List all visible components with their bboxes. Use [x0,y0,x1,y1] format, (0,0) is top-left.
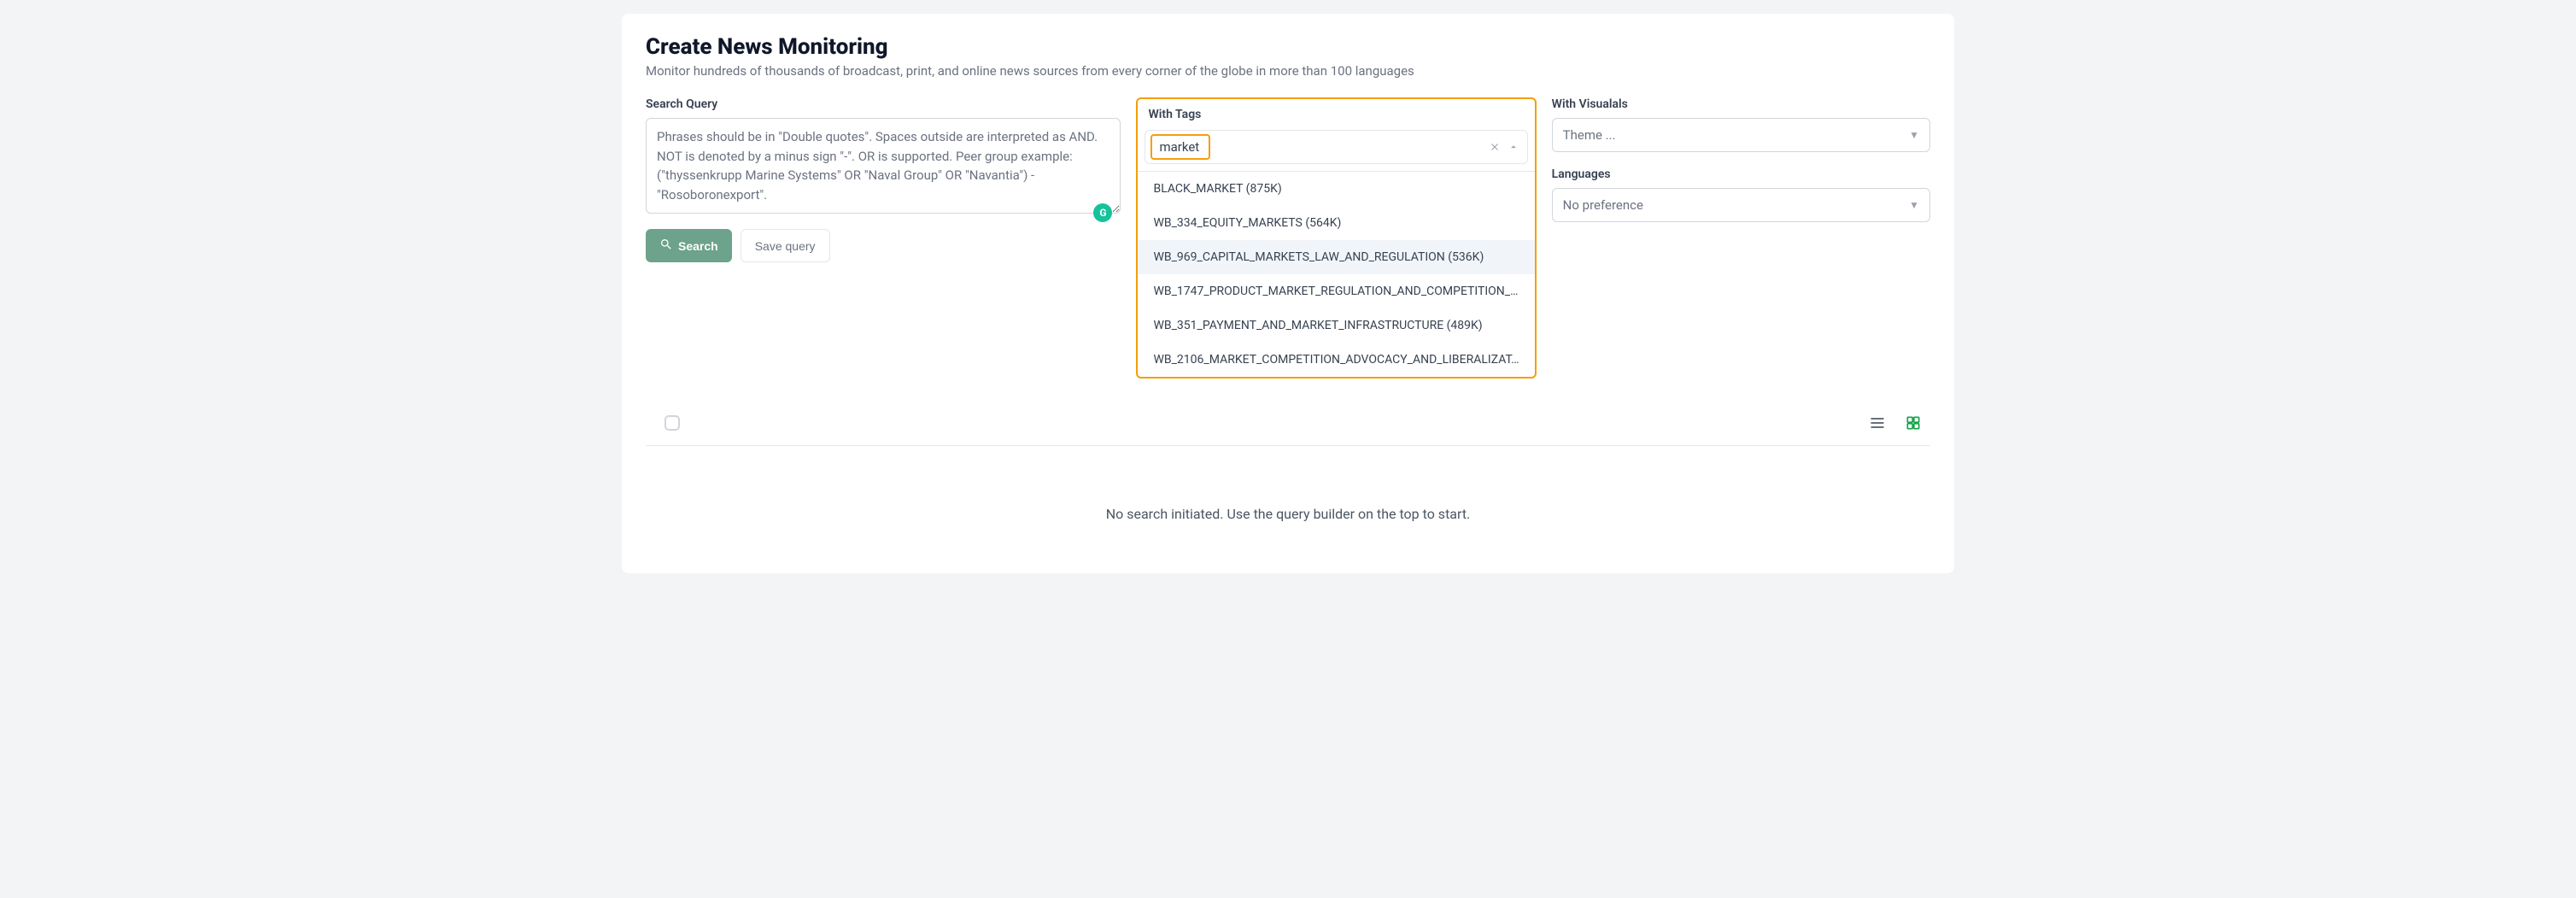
tags-option[interactable]: WB_1747_PRODUCT_MARKET_REGULATION_AND_CO… [1138,274,1534,308]
view-toggle [1869,414,1927,431]
visuals-label: With Visualals [1552,97,1930,111]
right-column: With Visualals Theme ... ▼ Languages No … [1552,97,1930,222]
save-query-label: Save query [755,239,816,253]
languages-label: Languages [1552,167,1930,181]
tags-option[interactable]: WB_351_PAYMENT_AND_MARKET_INFRASTRUCTURE… [1138,308,1534,343]
query-builder-row: Search Query G Search Save query [646,97,1930,379]
news-monitoring-card: Create News Monitoring Monitor hundreds … [622,14,1954,573]
visuals-placeholder: Theme ... [1563,127,1616,143]
tags-control[interactable]: market [1145,130,1527,164]
search-button-label: Search [678,239,718,253]
page-title: Create News Monitoring [646,34,1930,60]
tags-label: With Tags [1138,99,1534,121]
chevron-down-icon: ▼ [1909,129,1919,141]
search-query-column: Search Query G Search Save query [646,97,1121,262]
tags-option[interactable]: WB_2106_MARKET_COMPETITION_ADVOCACY_AND_… [1138,343,1534,377]
tags-option[interactable]: WB_334_EQUITY_MARKETS (564K) [1138,206,1534,240]
page-subtitle: Monitor hundreds of thousands of broadca… [646,63,1930,79]
grammarly-icon: G [1093,203,1112,222]
list-view-icon[interactable] [1869,414,1886,431]
tags-option[interactable]: WB_969_CAPITAL_MARKETS_LAW_AND_REGULATIO… [1138,240,1534,274]
search-query-label: Search Query [646,97,1121,111]
tags-column: With Tags market BLACK_MARKET (875K)WB_3… [1136,97,1536,379]
languages-select[interactable]: No preference ▼ [1552,188,1930,222]
chevron-down-icon: ▼ [1909,199,1919,211]
tags-dropdown: BLACK_MARKET (875K)WB_334_EQUITY_MARKETS… [1138,171,1534,377]
tags-input[interactable]: market [1150,134,1210,160]
visuals-select[interactable]: Theme ... ▼ [1552,118,1930,152]
empty-state-message: No search initiated. Use the query build… [646,446,1930,522]
languages-placeholder: No preference [1563,197,1643,213]
query-buttons: Search Save query [646,229,1121,262]
clear-tags-icon[interactable] [1488,140,1502,154]
search-button[interactable]: Search [646,229,732,262]
search-query-wrap: G [646,118,1121,217]
chevron-up-icon[interactable] [1507,140,1520,154]
select-all-checkbox[interactable] [664,415,680,431]
search-icon [659,238,673,254]
save-query-button[interactable]: Save query [741,229,830,262]
tags-option[interactable]: BLACK_MARKET (875K) [1138,172,1534,206]
grid-view-icon[interactable] [1905,414,1922,431]
tags-panel: With Tags market BLACK_MARKET (875K)WB_3… [1136,97,1536,379]
search-query-input[interactable] [646,118,1121,214]
results-toolbar [646,408,1930,442]
